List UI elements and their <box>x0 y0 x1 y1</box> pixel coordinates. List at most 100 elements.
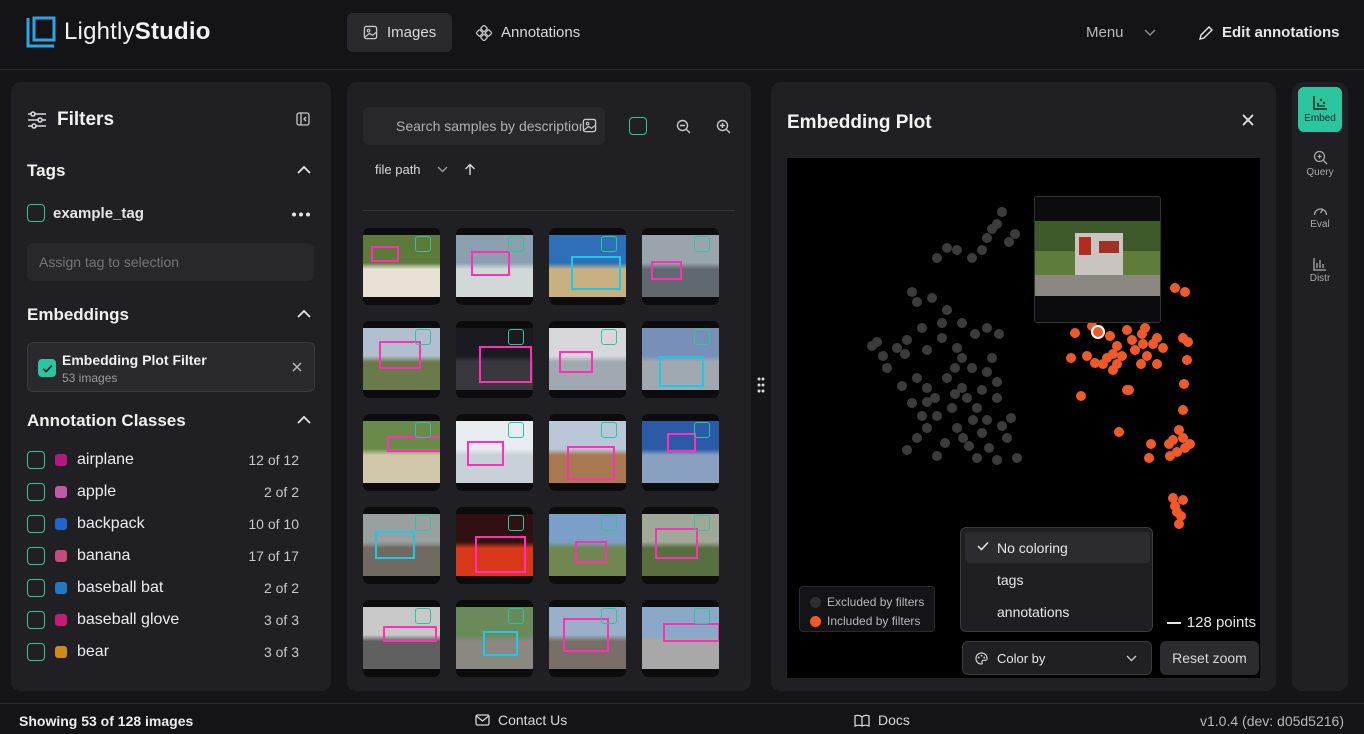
included-point[interactable] <box>1180 443 1190 453</box>
thumbnail-select-checkbox[interactable] <box>415 422 431 438</box>
chevron-up-icon[interactable] <box>297 165 311 174</box>
included-point[interactable] <box>1170 501 1180 511</box>
color-by-select[interactable]: Color by <box>962 641 1152 675</box>
class-checkbox[interactable] <box>27 611 45 629</box>
excluded-point[interactable] <box>962 393 972 403</box>
app-logo[interactable]: LightlyStudio <box>26 16 211 48</box>
coloring-option-none[interactable]: No coloring <box>965 532 1150 563</box>
thumbnail-select-checkbox[interactable] <box>601 608 617 624</box>
image-thumbnail[interactable] <box>642 414 719 491</box>
excluded-point[interactable] <box>967 363 977 373</box>
excluded-point[interactable] <box>900 349 910 359</box>
embedding-scatter-plot[interactable]: Excluded by filters Included by filters … <box>787 158 1260 678</box>
search-input[interactable]: Search samples by description <box>363 107 605 145</box>
image-thumbnail[interactable] <box>363 228 440 305</box>
excluded-point[interactable] <box>922 383 932 393</box>
menu-dropdown[interactable]: Menu <box>1086 24 1156 41</box>
excluded-point[interactable] <box>982 415 992 425</box>
excluded-point[interactable] <box>982 323 992 333</box>
excluded-point[interactable] <box>977 385 987 395</box>
included-point[interactable] <box>1146 439 1156 449</box>
annotation-class-row[interactable]: apple 2 of 2 <box>27 481 299 503</box>
more-options-icon[interactable] <box>291 212 311 217</box>
coloring-option-tags[interactable]: tags <box>965 564 1150 595</box>
excluded-point[interactable] <box>917 323 927 333</box>
edit-annotations-button[interactable]: Edit annotations <box>1198 24 1340 41</box>
excluded-point[interactable] <box>932 253 942 263</box>
annotation-class-row[interactable]: baseball glove 3 of 3 <box>27 609 299 631</box>
resize-handle-icon[interactable] <box>757 377 765 393</box>
included-point[interactable] <box>1070 328 1080 338</box>
included-point[interactable] <box>1127 335 1137 345</box>
excluded-point[interactable] <box>912 297 922 307</box>
chevron-up-icon[interactable] <box>297 415 311 424</box>
excluded-point[interactable] <box>902 445 912 455</box>
included-point[interactable] <box>1180 287 1190 297</box>
excluded-point[interactable] <box>878 351 888 361</box>
annotation-class-row[interactable]: airplane 12 of 12 <box>27 449 299 471</box>
image-thumbnail[interactable] <box>456 600 533 677</box>
thumbnail-select-checkbox[interactable] <box>508 515 524 531</box>
excluded-point[interactable] <box>882 363 892 373</box>
image-thumbnail[interactable] <box>549 321 626 398</box>
excluded-point[interactable] <box>912 433 922 443</box>
excluded-point[interactable] <box>982 367 992 377</box>
excluded-point[interactable] <box>970 329 980 339</box>
thumbnail-select-checkbox[interactable] <box>415 608 431 624</box>
excluded-point[interactable] <box>907 398 917 408</box>
zoom-out-icon[interactable] <box>676 119 691 134</box>
image-thumbnail[interactable] <box>642 600 719 677</box>
included-point[interactable] <box>1174 519 1184 529</box>
included-point[interactable] <box>1179 379 1189 389</box>
included-point[interactable] <box>1165 451 1175 461</box>
thumbnail-select-checkbox[interactable] <box>508 236 524 252</box>
image-thumbnail[interactable] <box>642 228 719 305</box>
excluded-point[interactable] <box>994 329 1004 339</box>
class-checkbox[interactable] <box>27 547 45 565</box>
annotation-class-row[interactable]: bear 3 of 3 <box>27 641 299 663</box>
excluded-point[interactable] <box>977 428 987 438</box>
thumbnail-select-checkbox[interactable] <box>694 236 710 252</box>
thumbnail-select-checkbox[interactable] <box>694 608 710 624</box>
thumbnail-select-checkbox[interactable] <box>694 422 710 438</box>
image-thumbnail[interactable] <box>363 414 440 491</box>
included-point[interactable] <box>1142 351 1152 361</box>
included-point[interactable] <box>1178 405 1188 415</box>
image-thumbnail[interactable] <box>642 507 719 584</box>
included-point[interactable] <box>1114 427 1124 437</box>
excluded-point[interactable] <box>957 353 967 363</box>
included-point[interactable] <box>1138 339 1148 349</box>
image-thumbnail[interactable] <box>549 507 626 584</box>
annotation-class-row[interactable]: baseball bat 2 of 2 <box>27 577 299 599</box>
select-all-checkbox[interactable] <box>629 117 647 135</box>
excluded-point[interactable] <box>1006 413 1016 423</box>
class-checkbox[interactable] <box>27 643 45 661</box>
embedding-filter-chip[interactable]: Embedding Plot Filter 53 images <box>27 342 315 392</box>
image-thumbnail[interactable] <box>456 228 533 305</box>
thumbnail-select-checkbox[interactable] <box>601 236 617 252</box>
excluded-point[interactable] <box>1012 453 1022 463</box>
annotation-class-row[interactable]: banana 17 of 17 <box>27 545 299 567</box>
excluded-point[interactable] <box>992 377 1002 387</box>
excluded-point[interactable] <box>964 441 974 451</box>
included-point[interactable] <box>1183 337 1193 347</box>
image-thumbnail[interactable] <box>363 600 440 677</box>
excluded-point[interactable] <box>952 343 962 353</box>
included-point[interactable] <box>1137 329 1147 339</box>
excluded-point[interactable] <box>897 381 907 391</box>
excluded-point[interactable] <box>950 363 960 373</box>
included-point[interactable] <box>1148 339 1158 349</box>
sort-ascending-icon[interactable] <box>464 163 476 176</box>
thumbnail-select-checkbox[interactable] <box>415 329 431 345</box>
thumbnail-select-checkbox[interactable] <box>601 515 617 531</box>
thumbnail-select-checkbox[interactable] <box>601 422 617 438</box>
excluded-point[interactable] <box>937 333 947 343</box>
annotation-class-row[interactable]: backpack 10 of 10 <box>27 513 299 535</box>
excluded-point[interactable] <box>922 423 932 433</box>
image-thumbnail[interactable] <box>549 414 626 491</box>
included-point[interactable] <box>1178 495 1188 505</box>
zoom-in-icon[interactable] <box>716 119 731 134</box>
chevron-down-icon[interactable] <box>437 166 448 173</box>
included-point[interactable] <box>1090 358 1100 368</box>
sort-control[interactable]: file path <box>375 162 476 177</box>
